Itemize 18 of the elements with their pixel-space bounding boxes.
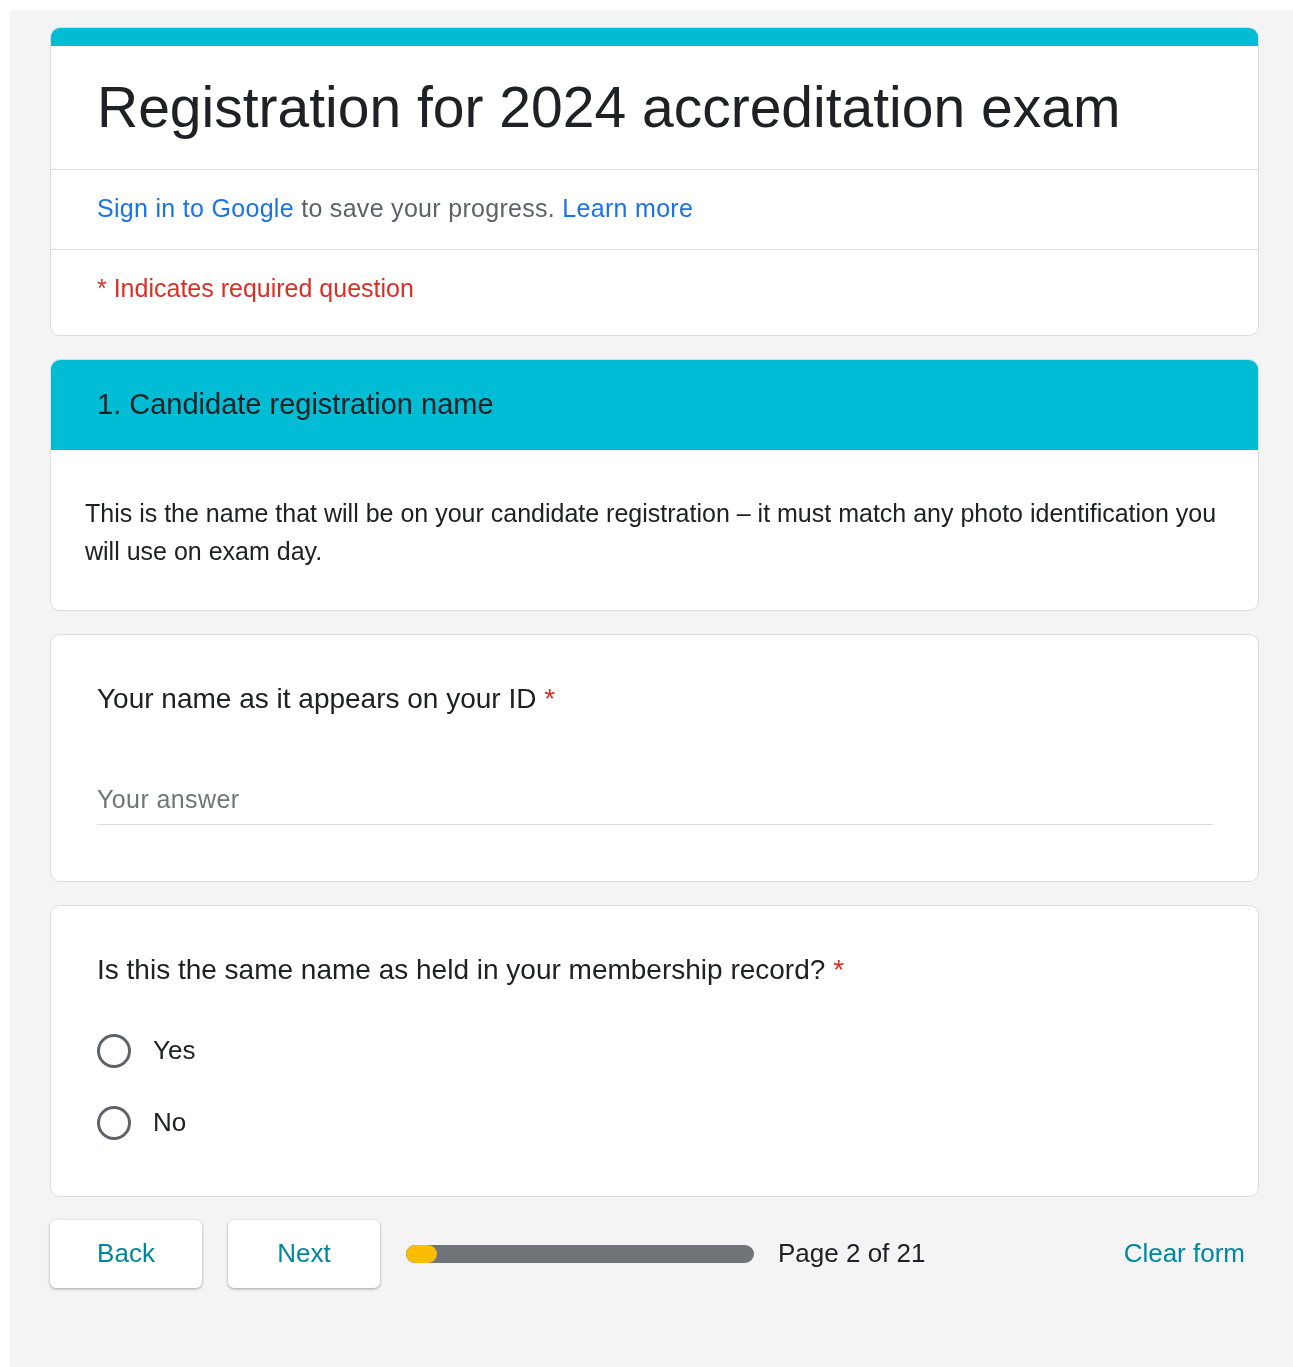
learn-more-link[interactable]: Learn more: [562, 193, 694, 222]
section-title: 1. Candidate registration name: [97, 388, 494, 422]
question-label: Is this the same name as held in your membership record? *: [97, 953, 846, 986]
page-indicator: Page 2 of 21: [778, 1238, 926, 1270]
form-title: Registration for 2024 accreditation exam: [97, 76, 1122, 139]
sign-in-link[interactable]: Sign in to Google: [97, 193, 294, 222]
radio-button[interactable]: [97, 1105, 131, 1140]
next-button[interactable]: Next: [228, 1219, 380, 1288]
option-label: Yes: [153, 1035, 196, 1067]
sign-in-text: Sign in to Google to save your progress. Learn more: [97, 193, 695, 223]
required-note: * Indicates required question: [97, 273, 414, 302]
clear-form-link[interactable]: Clear form: [1123, 1238, 1245, 1270]
back-button[interactable]: Back: [50, 1219, 202, 1288]
section-description: This is the name that will be on your candidate registration – it must match any photo identification you will use on exam day.: [85, 497, 1218, 567]
radio-button[interactable]: [97, 1033, 131, 1068]
option-label: No: [153, 1107, 187, 1139]
answer-field[interactable]: Your answer: [97, 778, 1213, 825]
question-label: Your name as it appears on your ID *: [97, 682, 557, 715]
